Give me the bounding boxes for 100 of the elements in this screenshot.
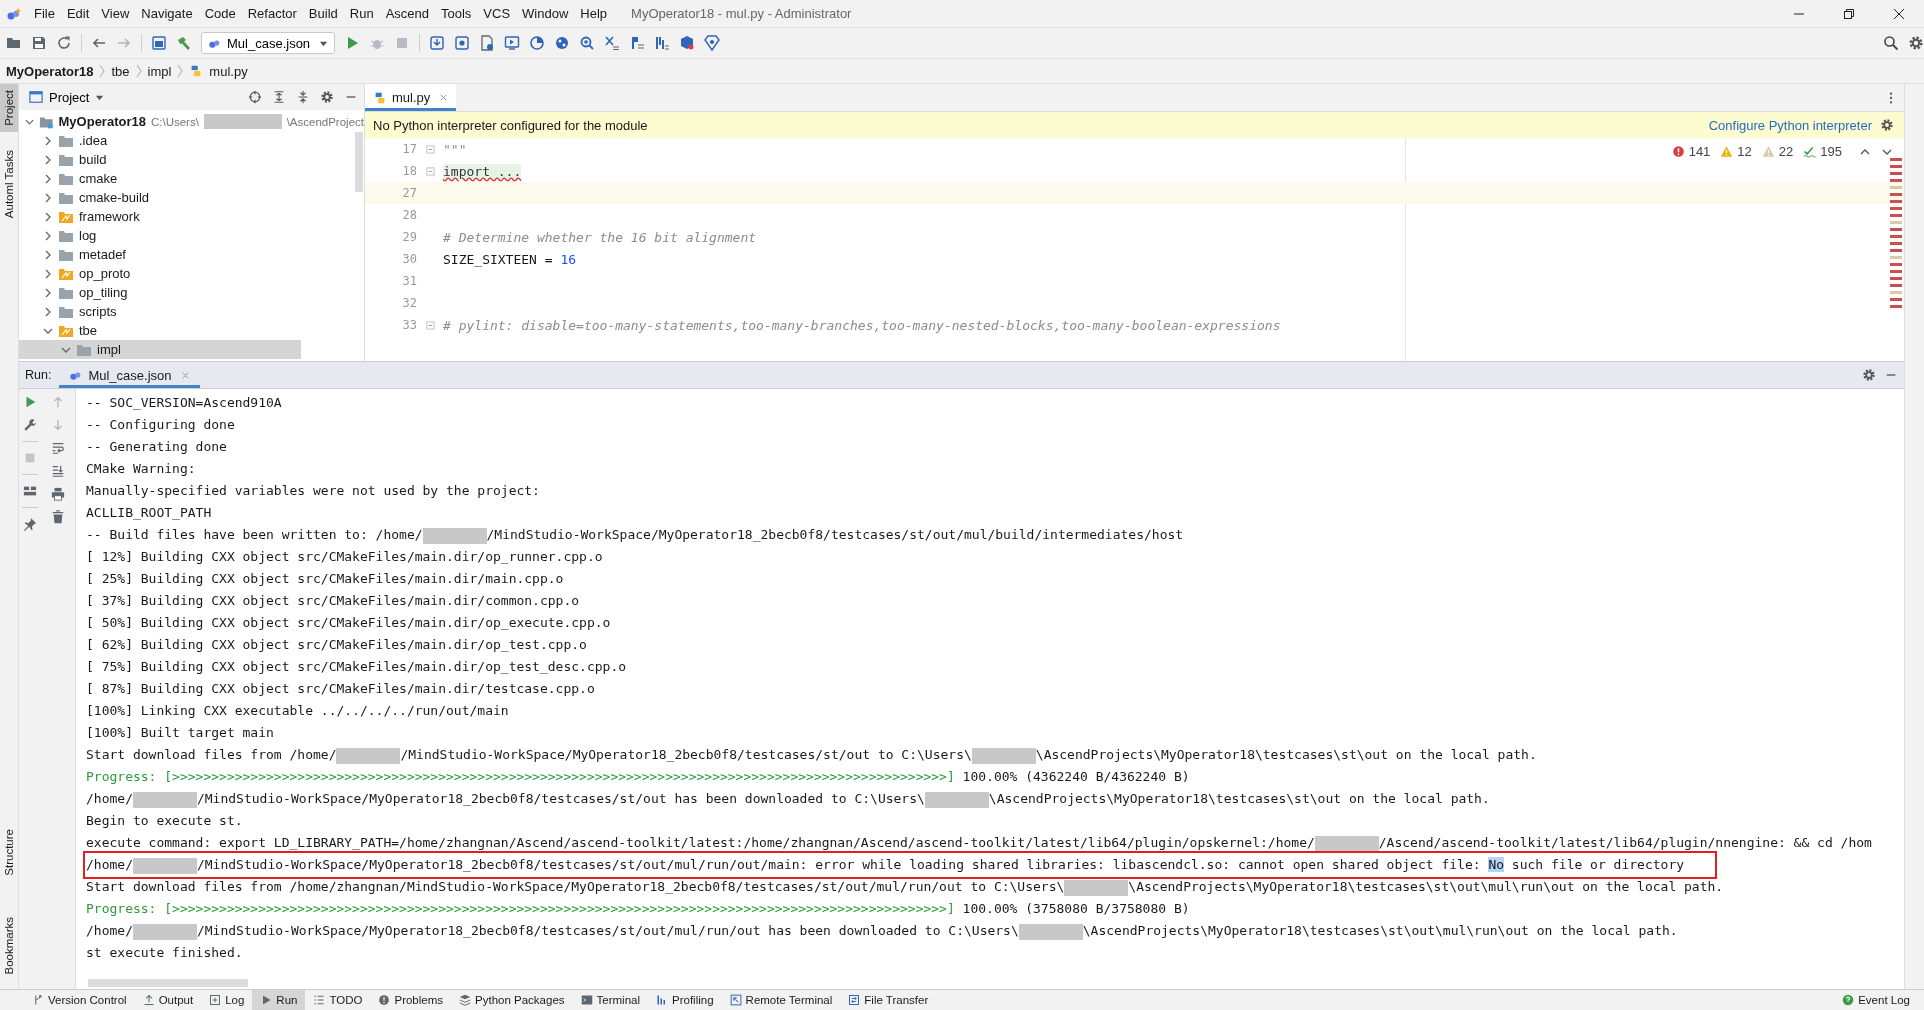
tree-item[interactable]: cmake bbox=[79, 171, 118, 186]
collapse-all-icon[interactable] bbox=[296, 90, 310, 104]
tree-item[interactable]: framework bbox=[79, 209, 140, 224]
menu-item[interactable]: File bbox=[28, 6, 61, 21]
tool-window-tab[interactable]: Output bbox=[134, 990, 202, 1010]
tool-window-tab[interactable]: Problems bbox=[370, 990, 452, 1010]
weak-warning-count[interactable]: 22 bbox=[1778, 144, 1794, 159]
tree-item[interactable]: impl bbox=[97, 342, 121, 357]
fold-marker-icon[interactable] bbox=[425, 144, 435, 154]
tree-item[interactable]: MyOperator18 bbox=[58, 114, 146, 129]
tree-item[interactable]: .idea bbox=[79, 133, 108, 148]
tool-window-tab[interactable]: Run bbox=[252, 990, 306, 1010]
scroll-end-icon[interactable] bbox=[51, 464, 65, 478]
save-icon[interactable] bbox=[31, 35, 47, 51]
menu-item[interactable]: Build bbox=[302, 6, 344, 21]
pin-icon[interactable] bbox=[23, 517, 37, 531]
hammer-icon[interactable] bbox=[176, 35, 192, 51]
menu-item[interactable]: Edit bbox=[60, 6, 96, 21]
window-icon[interactable] bbox=[151, 35, 167, 51]
run-config-dropdown[interactable]: Mul_case.json bbox=[201, 32, 335, 54]
document-icon[interactable] bbox=[479, 35, 495, 51]
restore-icon[interactable] bbox=[1843, 7, 1855, 20]
menu-item[interactable]: Refactor bbox=[241, 6, 303, 21]
warning-count[interactable]: 12 bbox=[1737, 144, 1752, 159]
bars-icon[interactable] bbox=[654, 35, 670, 51]
chevron-right-icon[interactable] bbox=[43, 249, 53, 260]
breadcrumb-item[interactable]: MyOperator18 bbox=[6, 63, 94, 79]
breadcrumb-item[interactable]: tbe bbox=[111, 63, 130, 79]
scrollbar-thumb[interactable] bbox=[355, 132, 363, 192]
settings-icon[interactable] bbox=[320, 90, 334, 104]
tool-window-tab[interactable]: File Transfer bbox=[840, 990, 937, 1010]
tool-window-tab[interactable]: Version Control bbox=[24, 990, 135, 1010]
tool-window-tab[interactable]: Log bbox=[201, 990, 253, 1010]
magnifier-icon[interactable] bbox=[579, 35, 595, 51]
event-log-tab[interactable]: Event Log bbox=[1834, 990, 1918, 1010]
tree-item[interactable]: scripts bbox=[79, 304, 117, 319]
menu-item[interactable]: Run bbox=[343, 6, 380, 21]
box-gear-icon[interactable] bbox=[704, 35, 720, 51]
settings-icon[interactable] bbox=[1862, 368, 1876, 382]
tool-window-tab[interactable]: Remote Terminal bbox=[721, 990, 841, 1010]
typo-count[interactable]: 195 bbox=[1820, 144, 1842, 159]
menu-item[interactable]: Code bbox=[198, 6, 242, 21]
chevron-right-icon[interactable] bbox=[43, 135, 53, 146]
expand-all-icon[interactable] bbox=[272, 90, 286, 104]
monitor-icon[interactable] bbox=[504, 35, 520, 51]
chevron-right-icon[interactable] bbox=[43, 268, 53, 279]
close-icon[interactable] bbox=[1893, 7, 1905, 20]
tree-item[interactable]: build bbox=[79, 152, 107, 167]
crosshair-icon[interactable] bbox=[248, 90, 262, 104]
globe-icon[interactable] bbox=[554, 35, 570, 51]
tool-window-tab[interactable]: Profiling bbox=[648, 990, 722, 1010]
menu-item[interactable]: VCS bbox=[477, 6, 517, 21]
configure-link[interactable]: Configure Python interpreter bbox=[1708, 117, 1872, 133]
error-icon[interactable] bbox=[1671, 145, 1685, 158]
typo-check-icon[interactable] bbox=[1803, 145, 1817, 158]
chevron-right-icon[interactable] bbox=[43, 154, 53, 165]
tool-window-tab[interactable]: Terminal bbox=[572, 990, 649, 1010]
project-view-dropdown[interactable]: Project bbox=[25, 89, 109, 105]
editor-tab[interactable]: mul.py bbox=[365, 84, 457, 111]
tree-item[interactable]: op_proto bbox=[79, 266, 131, 281]
console-tab[interactable]: Mul_case.json bbox=[59, 362, 200, 388]
fold-marker-icon[interactable] bbox=[425, 320, 435, 330]
sync-icon[interactable] bbox=[56, 35, 72, 51]
tree-item[interactable]: tbe bbox=[79, 323, 98, 338]
breadcrumb-item[interactable]: mul.py bbox=[209, 63, 248, 79]
search-icon[interactable] bbox=[1883, 35, 1899, 51]
settings-icon[interactable] bbox=[1908, 35, 1924, 51]
breadcrumb-item[interactable]: impl bbox=[147, 63, 172, 79]
flag-list-icon[interactable] bbox=[629, 35, 645, 51]
trash-icon[interactable] bbox=[51, 510, 65, 524]
download-box-icon[interactable] bbox=[429, 35, 445, 51]
cube-icon[interactable] bbox=[679, 35, 695, 51]
chevron-right-icon[interactable] bbox=[43, 306, 53, 317]
chevron-right-icon[interactable] bbox=[43, 230, 53, 241]
side-tab[interactable]: Project bbox=[0, 84, 18, 132]
settings-icon[interactable] bbox=[1880, 118, 1894, 132]
tool-window-tab[interactable]: Python Packages bbox=[451, 990, 573, 1010]
chevron-right-icon[interactable] bbox=[43, 173, 53, 184]
fold-marker-icon[interactable] bbox=[425, 166, 435, 176]
menu-item[interactable]: Tools bbox=[435, 6, 478, 21]
tool-window-tab[interactable]: TODO bbox=[305, 990, 371, 1010]
chevron-right-icon[interactable] bbox=[43, 192, 53, 203]
printer-icon[interactable] bbox=[51, 487, 65, 501]
soft-wrap-icon[interactable] bbox=[51, 441, 65, 455]
tree-item[interactable]: op_tiling bbox=[79, 285, 128, 300]
side-tab[interactable]: Automl Tasks bbox=[0, 143, 18, 224]
chevron-right-icon[interactable] bbox=[43, 287, 53, 298]
chevron-right-icon[interactable] bbox=[43, 211, 53, 222]
menu-item[interactable]: View bbox=[95, 6, 136, 21]
wrench-icon[interactable] bbox=[23, 418, 37, 432]
tree-item[interactable]: metadef bbox=[79, 247, 126, 262]
menu-item[interactable]: Window bbox=[516, 6, 575, 21]
pie-icon[interactable] bbox=[529, 35, 545, 51]
menu-item[interactable]: Help bbox=[574, 6, 614, 21]
menu-item[interactable]: Navigate bbox=[135, 6, 199, 21]
error-count[interactable]: 141 bbox=[1688, 144, 1711, 159]
cross-lines-icon[interactable] bbox=[604, 35, 620, 51]
scrollbar-thumb[interactable] bbox=[88, 979, 248, 987]
menu-item[interactable]: Ascend bbox=[379, 6, 435, 21]
tree-item[interactable]: log bbox=[79, 228, 97, 243]
